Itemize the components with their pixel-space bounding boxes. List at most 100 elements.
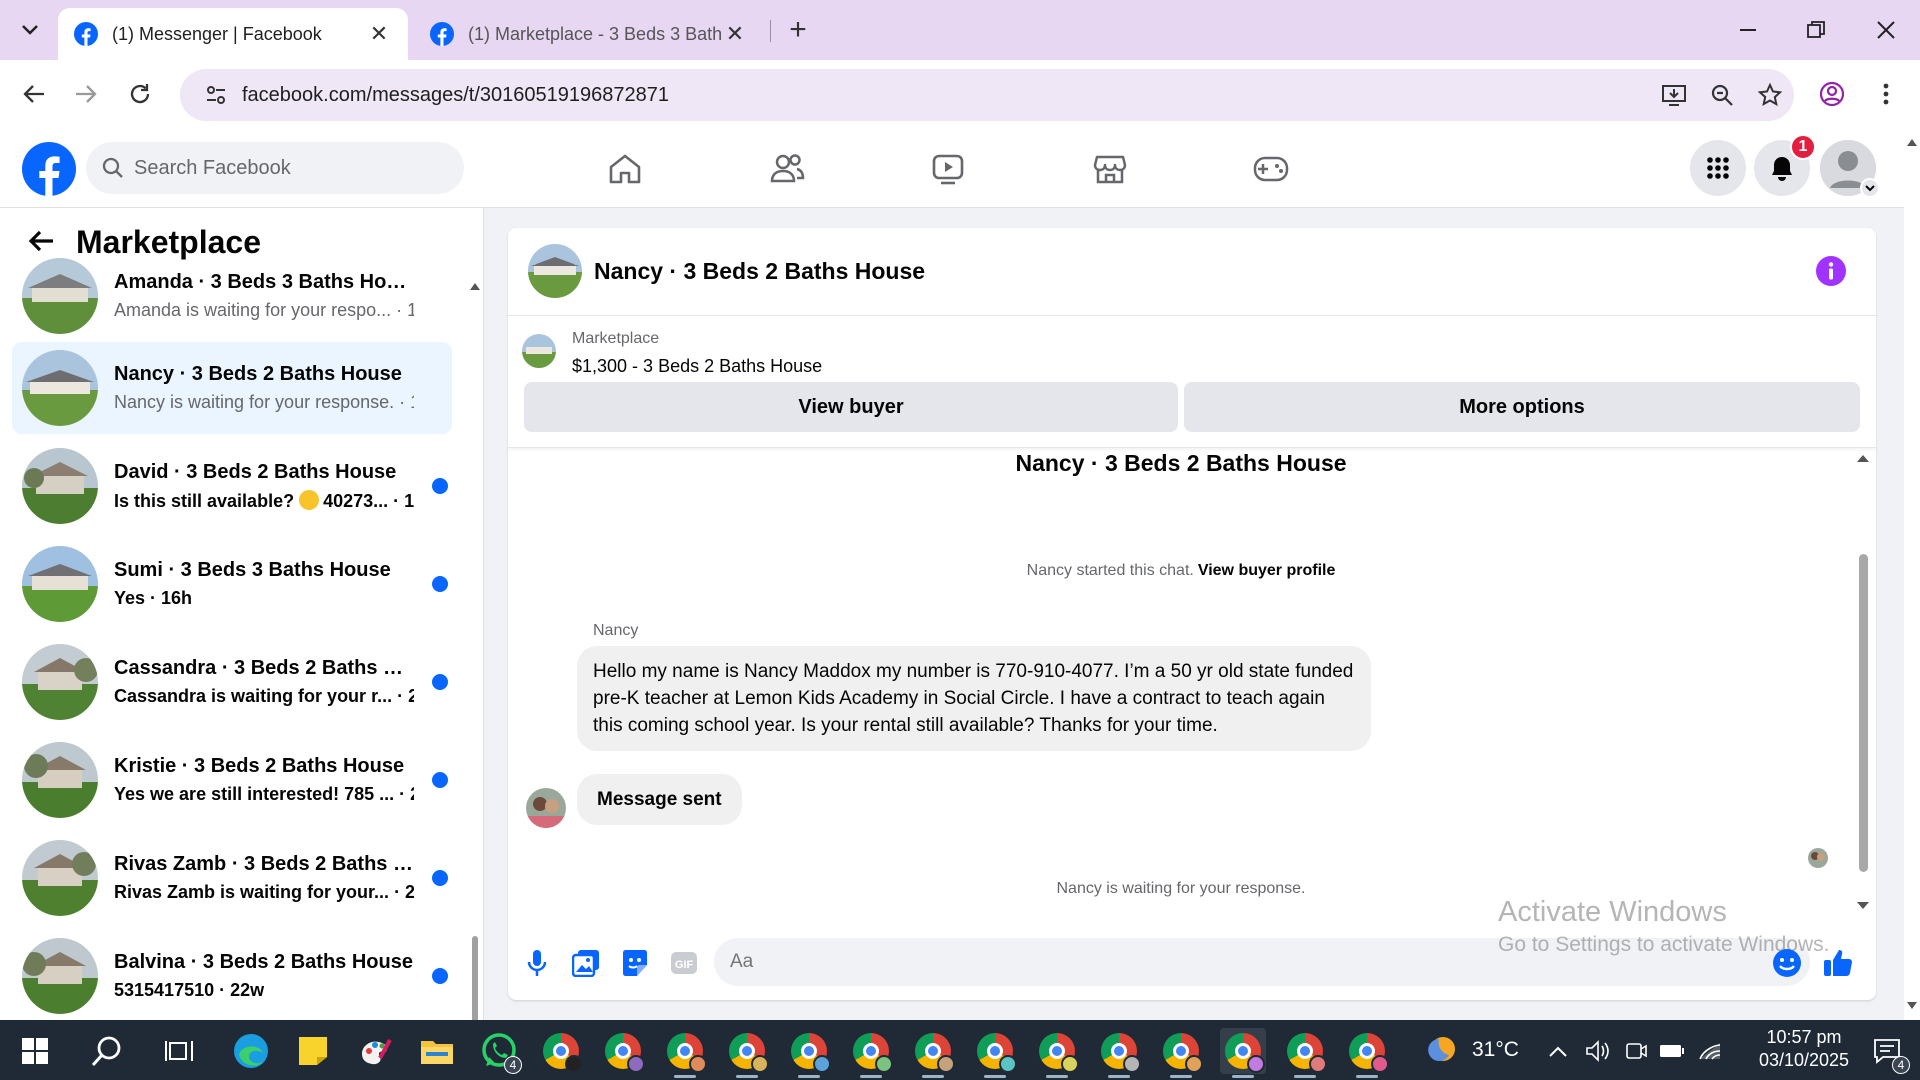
tab-messenger[interactable]: (1) Messenger | Facebook ✕ (58, 8, 408, 60)
conversation-name: Cassandra · 3 Beds 2 Baths Ho... (114, 657, 414, 679)
sticky-notes-icon[interactable] (290, 1028, 336, 1074)
marketplace-icon[interactable] (1050, 142, 1170, 196)
thumbs-up-icon[interactable] (1821, 946, 1855, 980)
video-icon[interactable] (888, 142, 1008, 196)
account-avatar[interactable] (1820, 140, 1880, 198)
chrome-profile-1-icon[interactable] (538, 1028, 584, 1074)
task-view-icon[interactable] (156, 1028, 202, 1074)
search-input[interactable] (134, 156, 434, 180)
chrome-profile-7-icon[interactable] (910, 1028, 956, 1078)
chrome-profile-5-icon[interactable] (786, 1028, 832, 1078)
tab-search-chevron-icon[interactable] (10, 10, 50, 50)
paint-app-icon[interactable] (352, 1028, 398, 1074)
forward-arrow-icon[interactable] (66, 74, 106, 114)
chrome-profile-11-icon[interactable] (1158, 1028, 1204, 1078)
windows-start-icon[interactable] (12, 1028, 58, 1074)
chrome-profile-14-icon[interactable] (1344, 1028, 1390, 1078)
conversation-item-amanda[interactable]: Amanda · 3 Beds 3 Baths House Amanda is w… (12, 254, 452, 338)
close-tab-icon[interactable]: ✕ (366, 21, 392, 47)
restore-icon[interactable] (1788, 8, 1844, 52)
info-icon[interactable] (1816, 256, 1846, 286)
microphone-icon[interactable] (520, 946, 554, 980)
chrome-profile-10-icon[interactable] (1096, 1028, 1142, 1078)
wifi-icon[interactable] (1692, 1028, 1728, 1074)
marketplace-listing-bar: Marketplace $1,300 - 3 Beds 2 Baths Hous… (508, 316, 1876, 448)
chrome-profile-2-icon[interactable] (600, 1028, 646, 1074)
message-bubble-status: Message sent (577, 774, 742, 825)
file-explorer-icon[interactable] (414, 1028, 460, 1074)
chrome-profile-6-icon[interactable] (848, 1028, 894, 1078)
chat-scrollbar[interactable] (1854, 448, 1872, 924)
facebook-search[interactable] (86, 142, 464, 194)
home-icon[interactable] (565, 142, 685, 196)
gaming-icon[interactable] (1211, 142, 1331, 196)
sticker-icon[interactable] (618, 946, 652, 980)
minimize-icon[interactable] (1720, 8, 1776, 52)
facebook-logo-icon[interactable] (22, 142, 76, 196)
gif-icon[interactable]: GIF (667, 946, 701, 980)
chat-title[interactable]: Nancy · 3 Beds 2 Baths House (594, 258, 925, 285)
search-icon (102, 157, 123, 178)
volume-icon[interactable] (1580, 1028, 1616, 1074)
show-hidden-icons-chevron-icon[interactable] (1540, 1028, 1576, 1074)
clock-time: 10:57 pm (1766, 1027, 1842, 1047)
sidebar-scrollbar[interactable] (470, 278, 480, 1020)
weather-icon[interactable] (1418, 1028, 1464, 1074)
conversation-item-rivas-zamb[interactable]: Rivas Zamb · 3 Beds 2 Baths H... Rivas Za… (12, 832, 452, 924)
scrollbar-thumb[interactable] (472, 936, 478, 1020)
install-app-icon[interactable] (1650, 83, 1698, 107)
conversation-preview: Yes we are still interested! 785 ... · 2… (114, 784, 414, 804)
conversation-item-kristie[interactable]: Kristie · 3 Beds 2 Baths House Yes we are… (12, 734, 452, 826)
more-options-button[interactable]: More options (1184, 382, 1860, 432)
whatsapp-icon[interactable]: 4 (476, 1028, 522, 1074)
listing-thumbnail (22, 840, 98, 916)
browser-menu-icon[interactable] (1866, 74, 1906, 114)
back-arrow-icon[interactable] (14, 74, 54, 114)
close-tab-icon[interactable]: ✕ (722, 21, 748, 47)
conversation-item-cassandra[interactable]: Cassandra · 3 Beds 2 Baths Ho... Cassandr… (12, 636, 452, 728)
zoom-icon[interactable] (1698, 83, 1746, 107)
conversation-name: Kristie · 3 Beds 2 Baths House (114, 755, 405, 777)
scrollbar-thumb[interactable] (1859, 554, 1868, 872)
photo-attach-icon[interactable] (569, 946, 603, 980)
battery-icon[interactable] (1654, 1028, 1690, 1074)
meet-icon[interactable] (1618, 1028, 1654, 1074)
close-window-icon[interactable] (1858, 8, 1914, 52)
listing-price-title[interactable]: $1,300 - 3 Beds 2 Baths House (572, 356, 822, 377)
friends-icon[interactable] (727, 142, 847, 196)
chrome-profile-9-icon[interactable] (1034, 1028, 1080, 1078)
address-bar[interactable]: facebook.com/messages/t/3016051919687287… (180, 69, 1794, 121)
new-tab-plus-icon[interactable]: + (780, 12, 816, 48)
view-buyer-profile-link[interactable]: View buyer profile (1198, 562, 1336, 579)
edge-browser-icon[interactable] (228, 1028, 274, 1074)
view-buyer-button[interactable]: View buyer (524, 382, 1178, 432)
conversation-item-balvina[interactable]: Balvina · 3 Beds 2 Baths House 5315417510… (12, 930, 452, 1020)
system-clock[interactable]: 10:57 pm 03/10/2025 (1748, 1026, 1860, 1072)
conversation-item-david[interactable]: David · 3 Beds 2 Baths House Is this stil… (12, 440, 452, 532)
chrome-profile-13-icon[interactable] (1282, 1028, 1328, 1078)
chrome-profile-4-icon[interactable] (724, 1028, 770, 1078)
notification-center-icon[interactable]: 4 (1864, 1028, 1910, 1074)
conversation-item-nancy[interactable]: Nancy · 3 Beds 2 Baths House Nancy is wai… (12, 342, 452, 434)
chrome-profile-12-icon[interactable] (1220, 1028, 1266, 1078)
url-text[interactable]: facebook.com/messages/t/3016051919687287… (242, 84, 1650, 107)
emoji-icon[interactable] (1770, 946, 1804, 980)
reload-icon[interactable] (120, 74, 160, 114)
chrome-profile-3-icon[interactable] (662, 1028, 708, 1078)
search-icon[interactable] (84, 1028, 130, 1074)
tab-marketplace[interactable]: (1) Marketplace - 3 Beds 3 Bath ✕ (414, 8, 764, 60)
listing-avatar[interactable] (528, 244, 582, 298)
unread-dot (432, 870, 448, 886)
conversation-name: Amanda · 3 Beds 3 Baths House (114, 271, 414, 293)
conversation-item-sumi[interactable]: Sumi · 3 Beds 3 Baths House Yes · 16h (12, 538, 452, 630)
profile-icon[interactable] (1812, 74, 1852, 114)
menu-grid-icon[interactable] (1690, 140, 1746, 196)
chrome-profile-8-icon[interactable] (972, 1028, 1018, 1078)
weather-temperature[interactable]: 31°C (1472, 1038, 1519, 1062)
conversation-name: David · 3 Beds 2 Baths House (114, 460, 397, 483)
page-scrollbar[interactable] (1904, 128, 1920, 1020)
sender-avatar[interactable] (526, 788, 566, 828)
site-settings-icon[interactable] (194, 84, 238, 106)
account-chevron-icon[interactable] (1860, 178, 1880, 198)
bookmark-star-icon[interactable] (1746, 83, 1794, 107)
